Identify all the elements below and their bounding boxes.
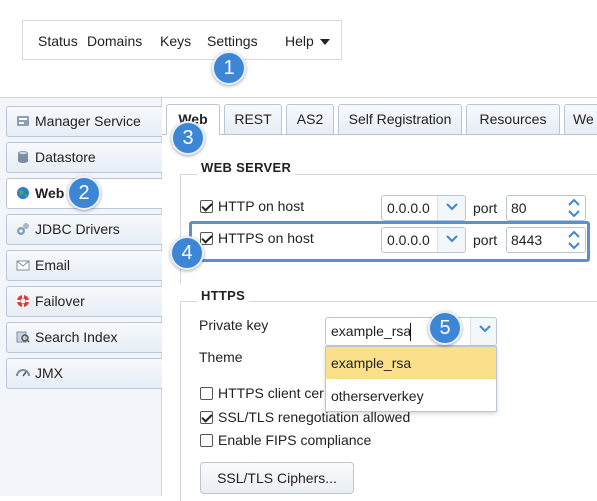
menu-domains[interactable]: Domains	[87, 33, 142, 49]
sidebar-item-failover[interactable]: Failover	[6, 286, 162, 317]
sidebar-item-label: Manager Service	[35, 113, 141, 129]
callout-badge-4: 4	[170, 236, 204, 270]
fips-label: Enable FIPS compliance	[218, 432, 372, 448]
sidebar-item-jdbc-drivers[interactable]: JDBC Drivers	[6, 214, 162, 245]
sidebar-item-label: JMX	[35, 365, 63, 381]
menu-status[interactable]: Status	[38, 33, 78, 49]
text-cursor	[410, 323, 411, 341]
callout-badge-3: 3	[171, 121, 205, 155]
search-index-icon	[16, 331, 30, 343]
sidebar-item-email[interactable]: Email	[6, 250, 162, 281]
sidebar-item-manager-service[interactable]: Manager Service	[6, 106, 162, 137]
tab-resources[interactable]: Resources	[466, 104, 560, 134]
callout-badge-5: 5	[428, 311, 462, 345]
callout-badge-2: 2	[67, 176, 101, 210]
menu-help[interactable]: Help	[285, 33, 330, 49]
envelope-icon	[16, 260, 30, 271]
sidebar-item-label: Web	[35, 185, 65, 201]
http-port-stepper[interactable]: 80	[506, 195, 586, 221]
manager-service-icon	[17, 116, 29, 126]
http-checkbox[interactable]	[200, 200, 213, 213]
settings-sidebar: Manager Service Datastore Web JDBC Drive…	[0, 98, 164, 496]
sidebar-item-label: Search Index	[35, 329, 118, 345]
top-bar: Status Domains Keys Settings Help	[0, 0, 597, 98]
sidebar-item-jmx[interactable]: JMX	[6, 358, 162, 389]
tab-as2[interactable]: AS2	[286, 104, 334, 134]
menu-settings[interactable]: Settings	[207, 33, 258, 49]
chevron-down-icon	[470, 318, 496, 345]
jdbc-drivers-icon	[17, 223, 29, 235]
sidebar-item-datastore[interactable]: Datastore	[6, 142, 162, 173]
private-key-select[interactable]: example_rsa	[325, 317, 497, 346]
menu-keys[interactable]: Keys	[160, 33, 191, 49]
http-port-label: port	[473, 200, 498, 216]
dropdown-option-example-rsa[interactable]: example_rsa	[326, 347, 496, 379]
dropdown-option-otherserverkey[interactable]: otherserverkey	[326, 380, 496, 412]
chevron-down-icon	[437, 196, 465, 220]
datastore-icon	[18, 151, 28, 163]
https-row-highlight	[189, 221, 590, 262]
private-key-value: example_rsa	[331, 323, 412, 339]
spinner-arrows-icon[interactable]	[563, 196, 585, 220]
sidebar-item-label: Datastore	[35, 149, 96, 165]
tab-rest[interactable]: REST	[224, 104, 282, 134]
theme-label: Theme	[199, 349, 243, 365]
menu-help-label: Help	[285, 33, 314, 49]
sidebar-item-label: Failover	[35, 293, 85, 309]
main-menu: Status Domains Keys Settings Help	[22, 20, 342, 60]
https-client-cert-label: HTTPS client cer	[218, 385, 324, 401]
fips-checkbox[interactable]	[200, 434, 213, 447]
private-key-dropdown: example_rsa otherserverkey	[325, 346, 497, 412]
private-key-label: Private key	[199, 317, 269, 333]
https-legend: HTTPS	[197, 288, 250, 303]
web-server-legend: WEB SERVER	[197, 160, 296, 175]
tab-web-overflow[interactable]: We	[564, 104, 597, 134]
lifebuoy-icon	[17, 295, 29, 307]
http-port-value: 80	[511, 200, 527, 216]
http-host-value: 0.0.0.0	[387, 200, 430, 216]
ssl-renegotiation-checkbox[interactable]	[200, 411, 213, 424]
sidebar-item-search-index[interactable]: Search Index	[6, 322, 162, 353]
caret-down-icon	[319, 39, 330, 46]
tab-self-registration[interactable]: Self Registration	[338, 104, 462, 134]
https-client-cert-checkbox[interactable]	[200, 387, 213, 400]
callout-badge-1: 1	[212, 51, 246, 85]
tab-divider	[162, 134, 597, 135]
ssl-tls-ciphers-button[interactable]: SSL/TLS Ciphers...	[200, 462, 354, 494]
http-label: HTTP on host	[218, 198, 305, 214]
main-panel: Web REST AS2 Self Registration Resources…	[162, 98, 597, 501]
sidebar-item-label: Email	[35, 257, 71, 273]
gauge-icon	[16, 369, 30, 377]
sidebar-item-label: JDBC Drivers	[35, 221, 120, 237]
globe-icon	[17, 187, 29, 199]
http-host-select[interactable]: 0.0.0.0	[381, 195, 466, 221]
